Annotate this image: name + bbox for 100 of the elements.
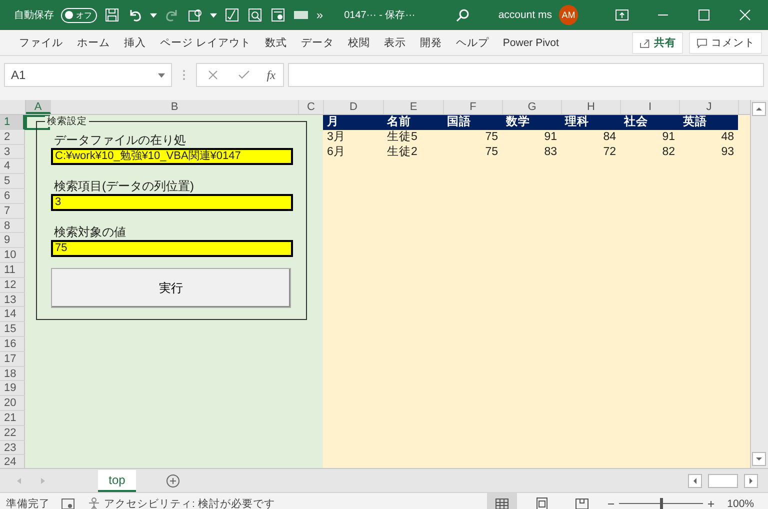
- ribbon-tab[interactable]: 数式: [258, 36, 294, 50]
- row-header[interactable]: 14: [0, 307, 25, 322]
- row-header[interactable]: 12: [0, 278, 25, 293]
- close-icon[interactable]: [737, 7, 753, 23]
- page-icon: [574, 496, 590, 509]
- scroll-right-button[interactable]: [744, 474, 758, 488]
- caret-icon[interactable]: [158, 72, 165, 78]
- share-button[interactable]: 共有: [632, 32, 683, 54]
- column-header[interactable]: A: [26, 100, 51, 114]
- horizontal-scrollbar[interactable]: [688, 474, 758, 488]
- group-box-title: 検索設定: [45, 116, 89, 127]
- column-header[interactable]: C: [299, 100, 324, 114]
- row-header[interactable]: 5: [0, 174, 25, 189]
- ribbon-tab[interactable]: 開発: [412, 36, 449, 50]
- row-header[interactable]: 7: [0, 204, 25, 219]
- form-icon[interactable]: [270, 7, 286, 23]
- ribbon-tab[interactable]: 校閲: [340, 36, 377, 50]
- row-header[interactable]: 9: [0, 233, 25, 248]
- formula-input[interactable]: [288, 63, 764, 87]
- row-header[interactable]: 11: [0, 262, 25, 278]
- row-header[interactable]: 22: [0, 426, 25, 441]
- column-header[interactable]: J: [680, 100, 739, 114]
- table-cell-text: 91: [543, 130, 558, 145]
- input-field[interactable]: 75: [51, 240, 293, 257]
- caret-icon[interactable]: [210, 12, 218, 18]
- row-header[interactable]: 8: [0, 218, 25, 234]
- grid-icon: [494, 496, 510, 509]
- overflow-button[interactable]: »: [316, 8, 324, 22]
- caret-icon[interactable]: [150, 12, 158, 18]
- scroll-down-button[interactable]: [752, 452, 766, 466]
- row-header[interactable]: 4: [0, 159, 25, 174]
- ribbon-tab[interactable]: ファイル: [12, 36, 70, 50]
- column-header[interactable]: B: [51, 100, 299, 114]
- table-cell-text: 72: [602, 144, 617, 160]
- row-header[interactable]: 6: [0, 188, 25, 204]
- scroll-up-button[interactable]: [752, 102, 766, 116]
- ribbon-tab[interactable]: Power Pivot: [496, 36, 566, 48]
- row-header[interactable]: 18: [0, 366, 25, 382]
- accessibility-icon[interactable]: [86, 496, 102, 509]
- plus-icon[interactable]: [707, 500, 716, 508]
- header-cell: 社会: [620, 115, 679, 130]
- row-header[interactable]: 3: [0, 144, 25, 160]
- table-cell-text: 91: [661, 130, 676, 145]
- row-header[interactable]: 17: [0, 352, 25, 367]
- table-cell-text: 75: [484, 144, 499, 160]
- preview-icon[interactable]: [247, 7, 264, 23]
- avatar[interactable]: AM: [559, 5, 578, 25]
- ribbon-tab[interactable]: ホーム: [70, 36, 117, 50]
- add-sheet-icon[interactable]: [166, 474, 180, 488]
- vertical-scrollbar[interactable]: [750, 100, 768, 468]
- column-header[interactable]: G: [503, 100, 562, 114]
- accessibility-status[interactable]: アクセシビリティ: 検討が必要です: [104, 496, 275, 509]
- sheet-tab[interactable]: top: [98, 470, 136, 492]
- scroll-thumb[interactable]: [708, 474, 738, 488]
- column-header[interactable]: D: [324, 100, 384, 114]
- row-header[interactable]: 19: [0, 381, 25, 396]
- row-header[interactable]: 16: [0, 336, 25, 352]
- header-cell: 数学: [502, 115, 561, 130]
- ribbon-display-icon[interactable]: [614, 7, 630, 23]
- comment-button[interactable]: コメント: [689, 32, 762, 54]
- zoom-level[interactable]: 100%: [727, 498, 754, 509]
- row-header[interactable]: 1: [0, 115, 25, 130]
- drag-handle-icon[interactable]: [182, 69, 186, 81]
- run-button[interactable]: 実行: [51, 268, 291, 308]
- table-cell-text: 3月: [326, 130, 346, 145]
- ribbon-tab[interactable]: ページ レイアウト: [153, 36, 258, 50]
- column-header[interactable]: H: [562, 100, 621, 114]
- insert-function-button[interactable]: fx: [266, 68, 276, 82]
- save-icon[interactable]: [104, 7, 120, 23]
- header-cell: 国語: [443, 115, 502, 130]
- row-header[interactable]: 15: [0, 322, 25, 337]
- account-name[interactable]: account ms: [498, 9, 552, 21]
- row-header[interactable]: 23: [0, 440, 25, 456]
- column-header[interactable]: I: [621, 100, 680, 114]
- row-header[interactable]: 2: [0, 130, 25, 145]
- search-icon[interactable]: [455, 7, 472, 23]
- share-icon[interactable]: [639, 36, 651, 48]
- input-field[interactable]: C:¥work¥10_勉強¥10_VBA関連¥0147: [51, 148, 293, 165]
- name-box[interactable]: A1: [4, 63, 172, 87]
- ribbon-tab[interactable]: 挿入: [117, 36, 153, 50]
- ribbon-tab[interactable]: データ: [294, 36, 341, 50]
- row-header[interactable]: 13: [0, 292, 25, 308]
- view-button[interactable]: [487, 493, 518, 509]
- comment-icon[interactable]: [696, 36, 708, 48]
- macro-record-icon[interactable]: [60, 496, 76, 509]
- maximize-icon[interactable]: [696, 7, 712, 23]
- column-header[interactable]: E: [384, 100, 444, 114]
- table-cell-text: 82: [661, 144, 676, 160]
- scroll-left-button[interactable]: [688, 474, 702, 488]
- row-header[interactable]: 21: [0, 410, 25, 426]
- autosave-label: 自動保存: [14, 9, 54, 22]
- row-header[interactable]: 20: [0, 396, 25, 411]
- autosave-toggle[interactable]: オフ: [61, 8, 98, 22]
- header-cell: 理科: [561, 115, 620, 130]
- header-cell: 名前: [383, 115, 443, 130]
- row-header[interactable]: 10: [0, 248, 25, 263]
- ribbon-tab[interactable]: 表示: [376, 36, 413, 50]
- input-field[interactable]: 3: [51, 194, 293, 211]
- column-header[interactable]: F: [444, 100, 503, 114]
- ribbon-tab[interactable]: ヘルプ: [448, 36, 496, 50]
